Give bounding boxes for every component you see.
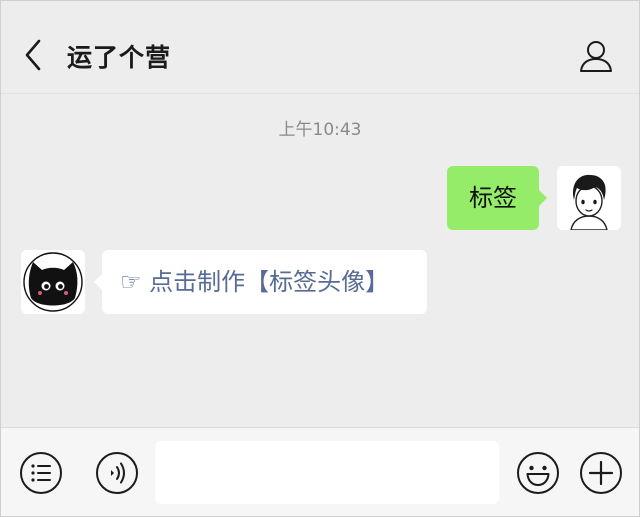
chat-title: 运了个营 — [67, 43, 172, 72]
smiley-icon — [517, 452, 559, 494]
voice-icon — [96, 452, 138, 494]
emoji-button[interactable] — [516, 451, 560, 495]
chat-window: 运了个营 上午10:43 标签 ☞ 点击制作【标签头像】 — [0, 0, 640, 517]
black-cat-avatar-icon — [21, 250, 85, 314]
plus-icon — [580, 452, 622, 494]
message-input[interactable] — [155, 441, 499, 504]
chat-header: 运了个营 — [1, 1, 639, 94]
self-avatar[interactable] — [557, 166, 621, 230]
boy-avatar-icon — [557, 166, 621, 230]
link-message-bubble[interactable]: ☞ 点击制作【标签头像】 — [94, 250, 427, 314]
input-bar — [1, 427, 639, 516]
contact-avatar[interactable] — [21, 250, 85, 314]
message-list: 上午10:43 标签 ☞ 点击制作【标签头像】 — [1, 94, 639, 427]
menu-button[interactable] — [19, 451, 63, 495]
chat-info-button[interactable] — [577, 37, 615, 75]
sent-message-bubble[interactable]: 标签 — [447, 166, 547, 230]
chevron-left-icon — [25, 39, 41, 71]
back-button[interactable] — [19, 35, 49, 75]
voice-button[interactable] — [95, 451, 139, 495]
person-icon — [580, 41, 612, 72]
plus-button[interactable] — [579, 451, 623, 495]
message-timestamp: 上午10:43 — [278, 120, 362, 140]
list-menu-icon — [20, 452, 62, 494]
